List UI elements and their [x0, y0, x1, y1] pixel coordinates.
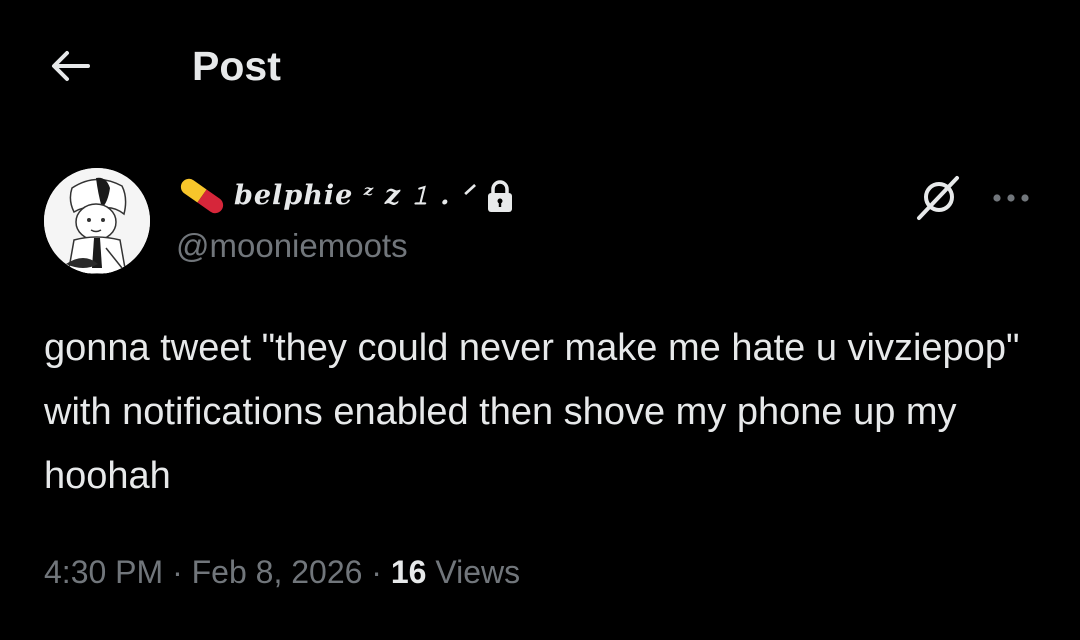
- top-bar: Post: [0, 0, 1080, 132]
- display-name: belphie ᶻ z 𝟷 . ᐟ: [234, 180, 474, 211]
- avatar-image: [44, 168, 150, 274]
- grok-icon: [917, 176, 959, 220]
- back-button[interactable]: [44, 44, 96, 88]
- lock-icon: [488, 180, 513, 212]
- pill-icon: [180, 178, 224, 214]
- separator: ·: [371, 554, 382, 590]
- separator: ·: [172, 554, 183, 590]
- grok-button[interactable]: [910, 172, 966, 224]
- post-metadata: 4:30 PM · Feb 8, 2026 · 16 Views: [44, 548, 520, 596]
- more-button[interactable]: [986, 176, 1036, 220]
- author-handle[interactable]: @mooniemoots: [176, 226, 408, 266]
- post-time[interactable]: 4:30 PM: [44, 554, 163, 590]
- views-link[interactable]: 16 Views: [391, 554, 520, 590]
- arrow-left-icon: [52, 51, 90, 81]
- author-name-row[interactable]: belphie ᶻ z 𝟷 . ᐟ: [176, 174, 515, 218]
- views-label: Views: [435, 554, 521, 590]
- post-author: belphie ᶻ z 𝟷 . ᐟ @mooniemoots: [44, 168, 1044, 278]
- page-title: Post: [192, 43, 281, 89]
- avatar[interactable]: [44, 168, 150, 274]
- post-date[interactable]: Feb 8, 2026: [192, 554, 363, 590]
- post-text: gonna tweet "they could never make me ha…: [44, 327, 1020, 497]
- more-horizontal-icon: [993, 194, 1029, 202]
- views-count: 16: [390, 554, 427, 590]
